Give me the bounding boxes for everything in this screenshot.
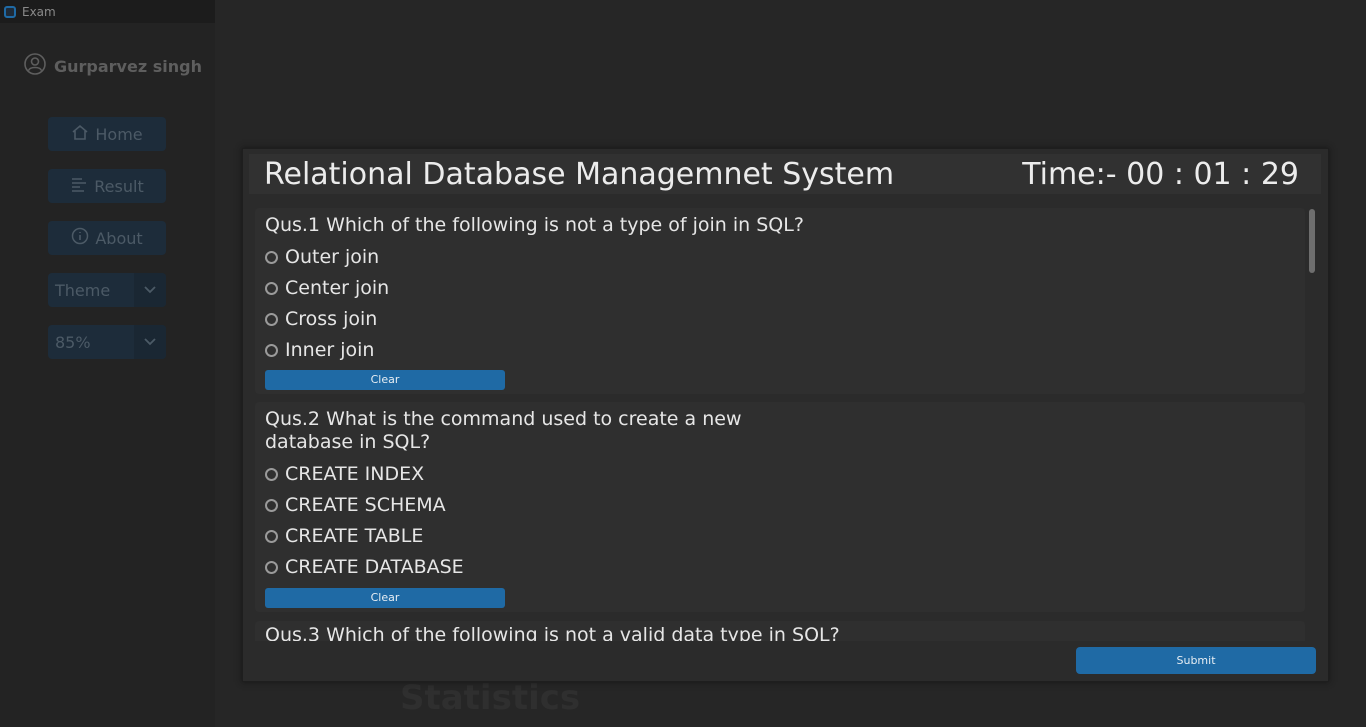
radio-icon[interactable] bbox=[265, 250, 278, 264]
question-card: Qus.3 Which of the following is not a va… bbox=[255, 621, 1305, 641]
option-label: CREATE SCHEMA bbox=[285, 494, 446, 516]
title-bar: Exam bbox=[0, 0, 215, 23]
zoom-select[interactable]: 85% bbox=[48, 325, 166, 359]
exam-timer: Time:- 00 : 01 : 29 bbox=[1022, 156, 1299, 192]
about-button-label: About bbox=[95, 228, 143, 248]
option-radio[interactable]: Outer join bbox=[265, 246, 379, 268]
app-icon bbox=[4, 5, 16, 18]
about-button[interactable]: About bbox=[48, 221, 166, 255]
option-label: CREATE DATABASE bbox=[285, 556, 464, 578]
option-label: Cross join bbox=[285, 308, 378, 330]
option-label: Outer join bbox=[285, 246, 380, 268]
question-text: Qus.2 What is the command used to create… bbox=[265, 408, 742, 453]
radio-icon[interactable] bbox=[265, 529, 278, 543]
option-radio[interactable]: Inner join bbox=[265, 339, 374, 361]
submit-button[interactable]: Submit bbox=[1076, 647, 1316, 674]
home-button-label: Home bbox=[95, 124, 143, 144]
sidebar: Gurparvez singh Home Result About Theme bbox=[0, 23, 215, 727]
option-radio[interactable]: CREATE TABLE bbox=[265, 525, 423, 547]
user-name: Gurparvez singh bbox=[54, 56, 202, 76]
chevron-down-icon[interactable] bbox=[134, 273, 166, 307]
result-button-label: Result bbox=[94, 176, 144, 196]
question-text: Qus.1 Which of the following is not a ty… bbox=[265, 214, 804, 236]
zoom-select-value: 85% bbox=[55, 332, 91, 352]
home-button[interactable]: Home bbox=[48, 117, 166, 151]
user-profile: Gurparvez singh bbox=[24, 53, 202, 79]
option-radio[interactable]: Center join bbox=[265, 277, 389, 299]
option-radio[interactable]: Cross join bbox=[265, 308, 377, 330]
option-label: Inner join bbox=[285, 339, 375, 361]
exam-dialog: Relational Database Managemnet System Ti… bbox=[242, 148, 1329, 682]
option-radio[interactable]: CREATE INDEX bbox=[265, 463, 424, 485]
info-icon bbox=[71, 227, 95, 249]
option-radio[interactable]: CREATE SCHEMA bbox=[265, 494, 446, 516]
radio-icon[interactable] bbox=[265, 312, 278, 326]
window-title: Exam bbox=[22, 4, 56, 19]
question-card: Qus.2 What is the command used to create… bbox=[255, 402, 1305, 612]
list-icon bbox=[70, 176, 94, 196]
option-radio[interactable]: CREATE DATABASE bbox=[265, 556, 464, 578]
result-button[interactable]: Result bbox=[48, 169, 166, 203]
clear-button[interactable]: Clear bbox=[265, 370, 505, 390]
chevron-down-icon[interactable] bbox=[134, 325, 166, 359]
background-heading: Statistics bbox=[400, 678, 581, 718]
radio-icon[interactable] bbox=[265, 343, 278, 357]
theme-select[interactable]: Theme bbox=[48, 273, 166, 307]
option-label: CREATE INDEX bbox=[285, 463, 425, 485]
option-label: Center join bbox=[285, 277, 390, 299]
scrollbar[interactable] bbox=[1309, 207, 1317, 639]
radio-icon[interactable] bbox=[265, 467, 278, 481]
radio-icon[interactable] bbox=[265, 560, 278, 574]
exam-header: Relational Database Managemnet System Ti… bbox=[249, 154, 1321, 194]
option-label: CREATE TABLE bbox=[285, 525, 424, 547]
user-icon bbox=[24, 53, 46, 79]
scrollbar-thumb[interactable] bbox=[1309, 209, 1315, 273]
question-list[interactable]: Qus.1 Which of the following is not a ty… bbox=[255, 205, 1325, 641]
question-card: Qus.1 Which of the following is not a ty… bbox=[255, 208, 1305, 394]
clear-button[interactable]: Clear bbox=[265, 588, 505, 608]
radio-icon[interactable] bbox=[265, 281, 278, 295]
radio-icon[interactable] bbox=[265, 498, 278, 512]
question-text: Qus.3 Which of the following is not a va… bbox=[265, 624, 840, 641]
home-icon bbox=[71, 124, 95, 144]
subject-title: Relational Database Managemnet System bbox=[264, 156, 895, 192]
theme-select-value: Theme bbox=[55, 280, 111, 300]
